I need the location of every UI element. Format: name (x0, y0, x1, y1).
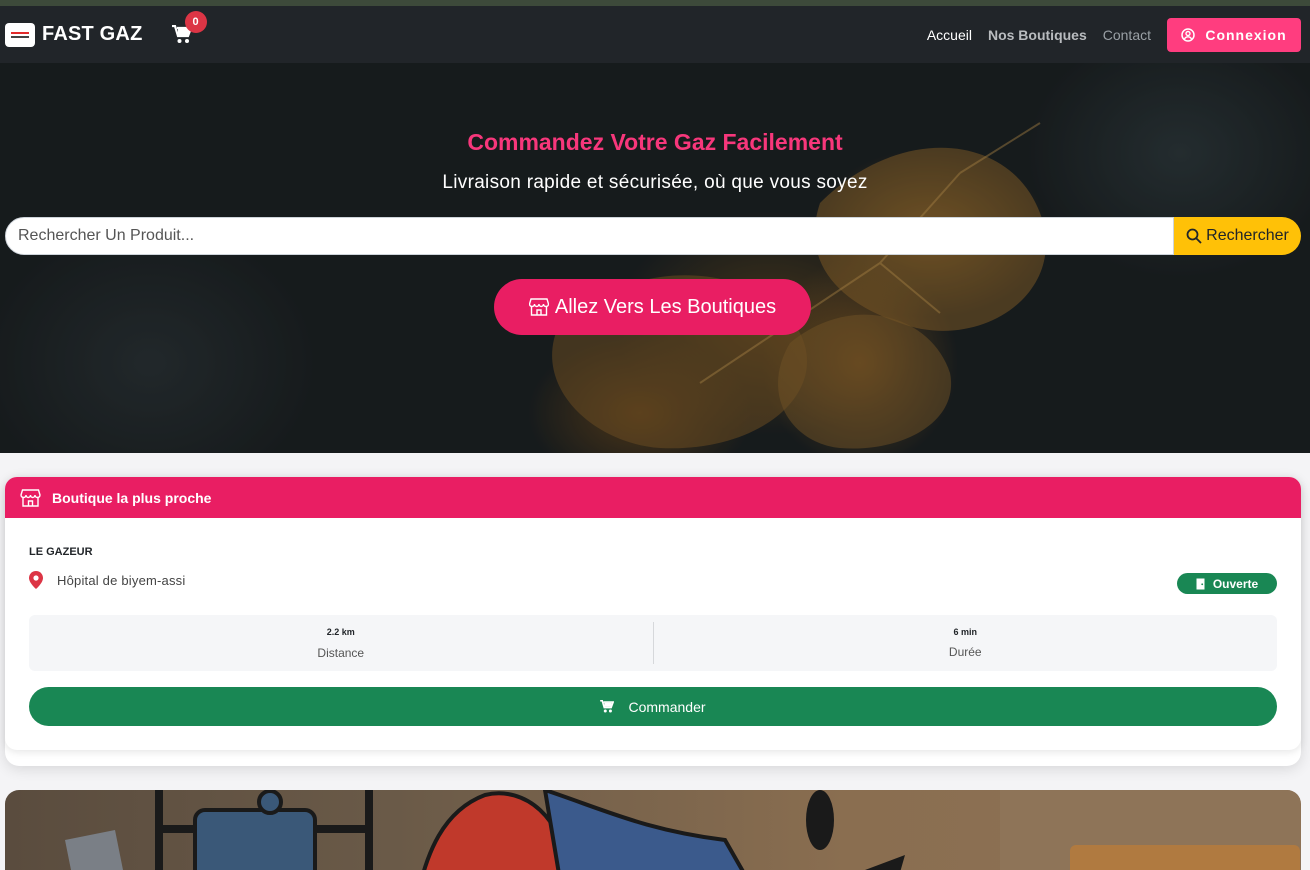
brand-name: FAST GAZ (42, 23, 143, 45)
search-input[interactable] (5, 217, 1174, 255)
duration-value: 6 min (953, 627, 977, 637)
delivery-illustration-banner (5, 790, 1301, 870)
shop-icon (20, 488, 41, 507)
door-icon (1196, 578, 1205, 589)
login-button[interactable]: Connexion (1167, 17, 1301, 52)
shop-address: Hôpital de biyem-assi (29, 571, 185, 589)
order-button[interactable]: Commander (29, 687, 1277, 726)
go-to-shops-label: Allez Vers Les Boutiques (554, 295, 777, 318)
shop-stats: 2.2 km Distance 6 min Durée (29, 615, 1277, 671)
navbar: FAST GAZ 0 Accueil Nos Boutiques Contact… (0, 6, 1310, 63)
hero-background-leaves (552, 122, 1046, 449)
user-circle-icon (1181, 27, 1196, 42)
order-button-label: Commander (628, 698, 706, 715)
hero-subtitle: Livraison rapide et sécurisée, où que vo… (442, 172, 868, 193)
search-icon (1186, 228, 1202, 244)
nav-links: Accueil Nos Boutiques Contact Connexion (911, 17, 1301, 52)
delivery-illustration (65, 790, 1300, 870)
shop-icon (528, 298, 549, 316)
card-header-title: Boutique la plus proche (52, 489, 212, 506)
status-badge: Ouverte (1177, 573, 1277, 594)
nearest-shop-section: Boutique la plus proche LE GAZEUR Hôpita… (5, 477, 1301, 766)
duration-label: Durée (948, 645, 982, 659)
brand[interactable]: FAST GAZ (5, 22, 143, 47)
nav-link-home[interactable]: Accueil (927, 27, 972, 43)
hero-banner: Commandez Votre Gaz Facilement Livraison… (0, 63, 1310, 453)
distance-label: Distance (317, 645, 365, 660)
brand-logo (5, 22, 35, 47)
nav-link-contact[interactable]: Contact (1103, 27, 1151, 43)
duration-stat: 6 min Durée (652, 622, 1278, 664)
search-button-label: Rechercher (1206, 227, 1289, 244)
search-bar: Rechercher (5, 217, 1301, 255)
search-button[interactable]: Rechercher (1174, 217, 1301, 255)
map-pin-icon (29, 571, 43, 589)
distance-stat: 2.2 km Distance (29, 615, 653, 671)
go-to-shops-button[interactable]: Allez Vers Les Boutiques (494, 279, 811, 335)
cart-icon (600, 700, 615, 713)
cart-button[interactable]: 0 (171, 10, 207, 46)
hero-title: Commandez Votre Gaz Facilement (467, 129, 843, 155)
shop-address-text: Hôpital de biyem-assi (57, 572, 186, 588)
login-label: Connexion (1205, 26, 1287, 43)
nearest-shop-card: Boutique la plus proche LE GAZEUR Hôpita… (5, 477, 1301, 750)
nav-link-shops[interactable]: Nos Boutiques (988, 27, 1087, 43)
shop-name: LE GAZEUR (29, 546, 93, 558)
card-header: Boutique la plus proche (5, 477, 1301, 518)
status-text: Ouverte (1212, 576, 1259, 591)
distance-value: 2.2 km (326, 626, 355, 637)
cart-count-badge: 0 (184, 10, 207, 33)
